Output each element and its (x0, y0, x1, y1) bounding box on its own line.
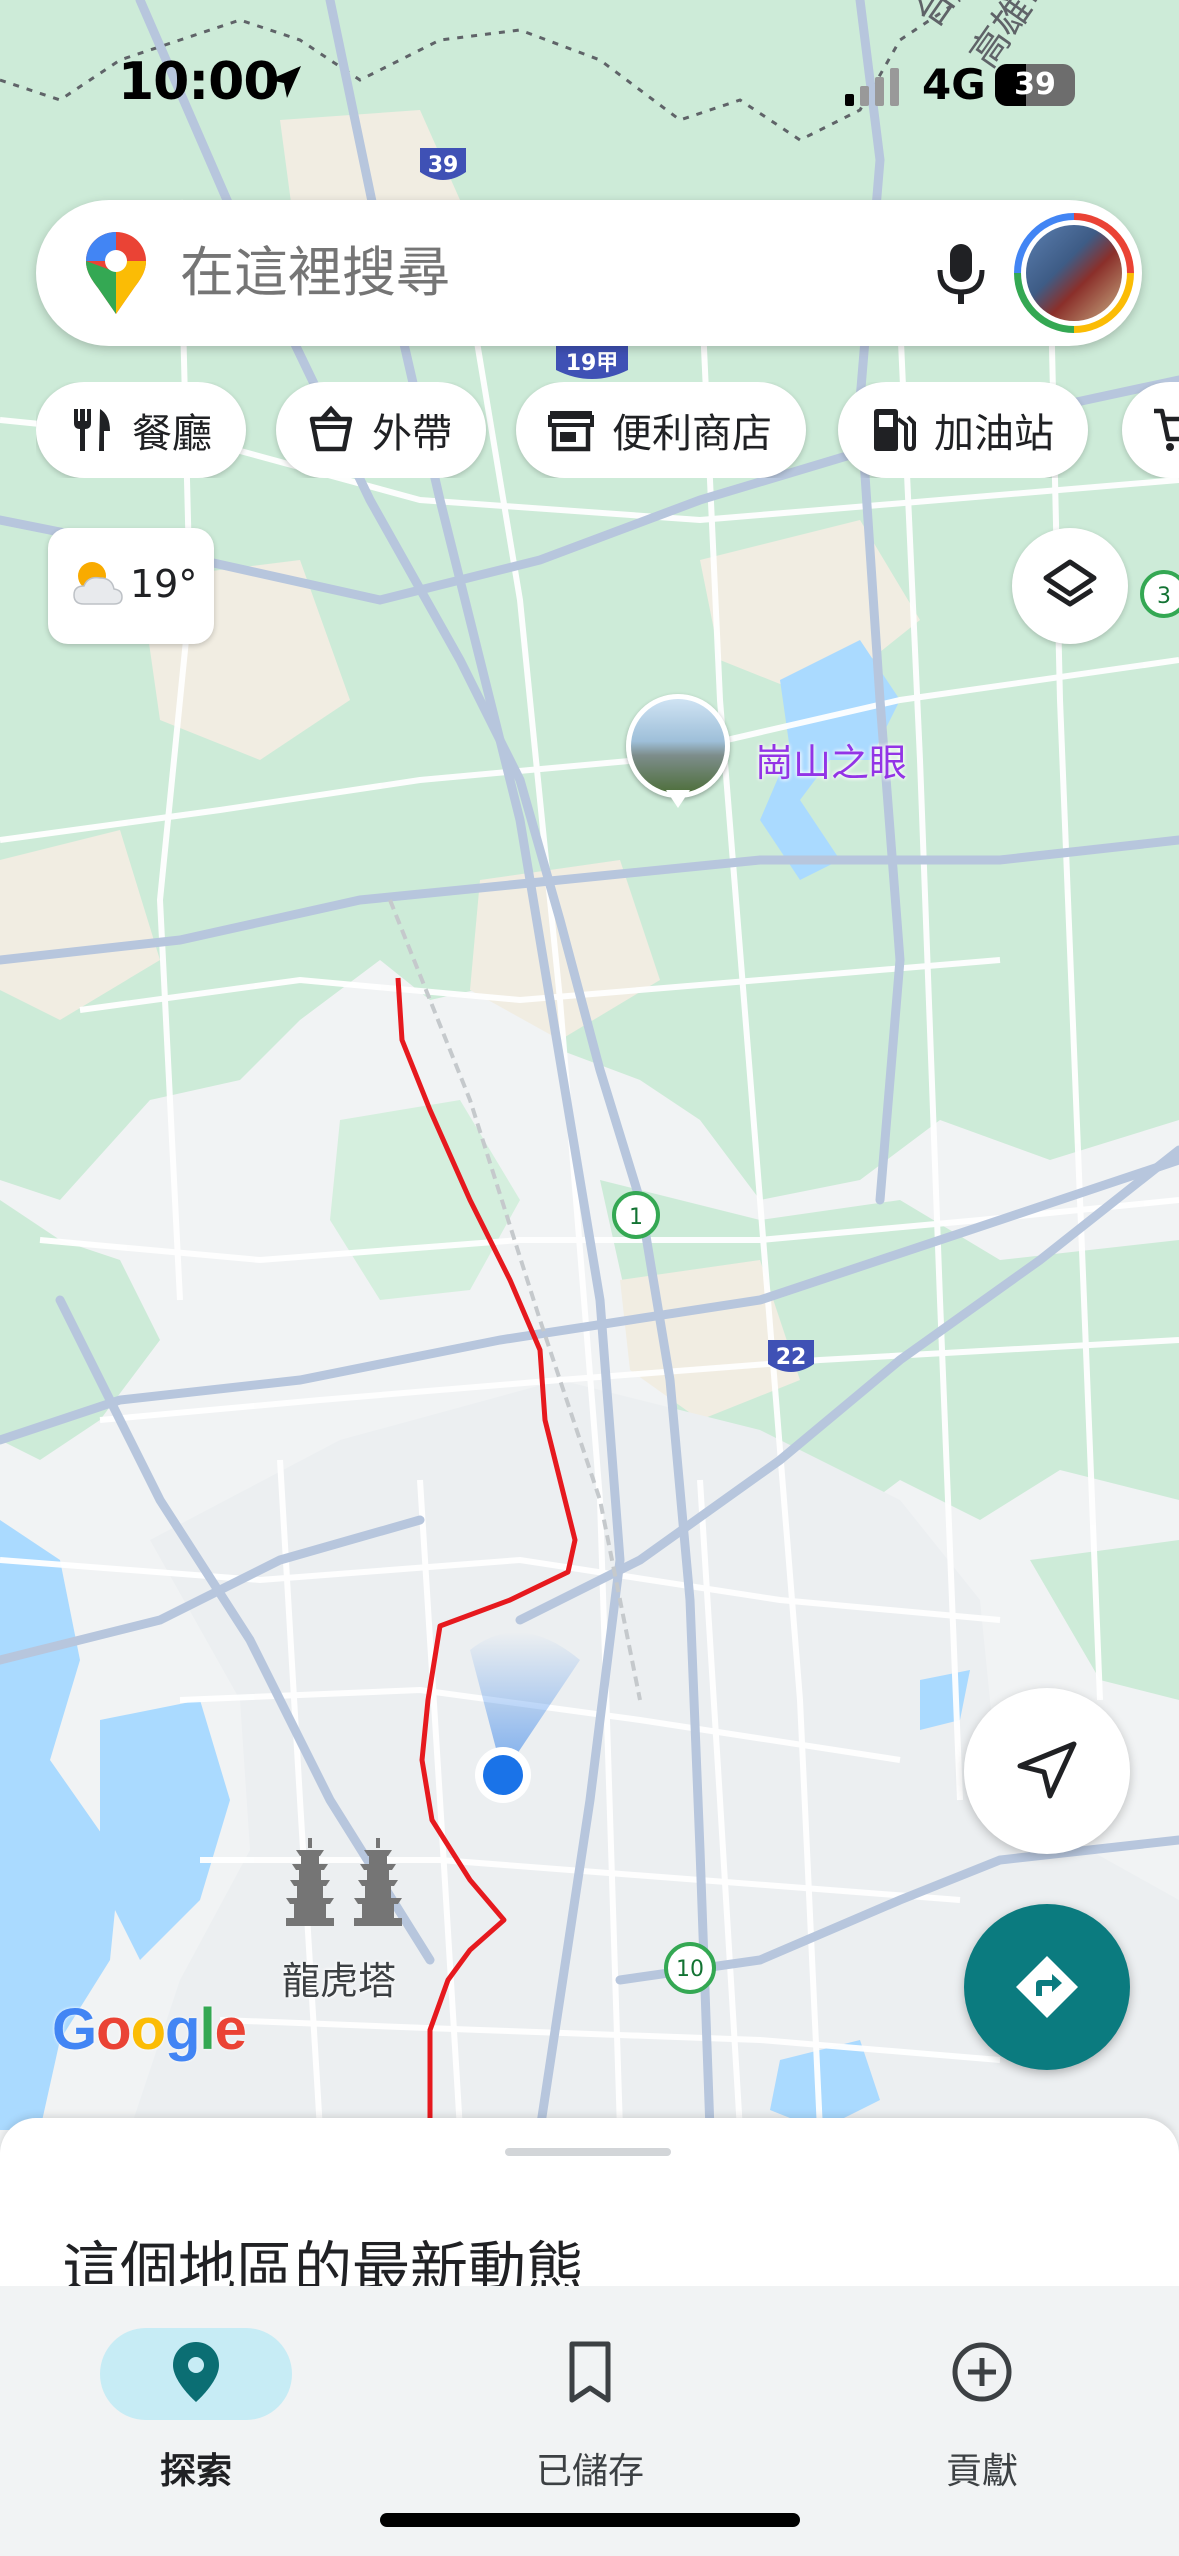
google-maps-pin-icon (86, 232, 146, 314)
mic-icon[interactable] (926, 238, 996, 308)
tab-contribute[interactable]: 貢獻 (862, 2308, 1102, 2508)
road-shield-19a: 19甲 (556, 346, 628, 379)
chip-takeout[interactable]: 外帶 (276, 382, 486, 478)
road-shield-10: 10 (664, 1942, 716, 1994)
store-icon (548, 411, 594, 452)
bookmark-icon (569, 2341, 611, 2403)
road-shield-1: 1 (612, 1191, 660, 1239)
tab-saved[interactable]: 已儲存 (470, 2308, 710, 2508)
svg-text:19甲: 19甲 (566, 351, 619, 376)
battery-indicator: 39 (995, 64, 1075, 106)
weather-temp: 19° (130, 562, 198, 606)
road-shield-22: 22 (768, 1340, 814, 1372)
poi-marker[interactable] (626, 694, 730, 812)
search-input[interactable] (180, 200, 880, 346)
restaurant-icon (74, 409, 110, 451)
status-time: 10:00 (118, 52, 280, 112)
landmark-label[interactable]: 龍虎塔 (282, 1950, 396, 2005)
tab-explore-label: 探索 (159, 2451, 232, 2492)
layers-button[interactable] (1012, 528, 1128, 644)
pagoda-icon (286, 1838, 402, 1926)
chip-shopping[interactable] (1122, 382, 1179, 478)
svg-text:3: 3 (1157, 584, 1171, 609)
add-circle-icon (952, 2342, 1012, 2402)
chip-gas-station[interactable]: 加油站 (838, 382, 1088, 478)
directions-icon (1016, 1956, 1078, 2018)
cart-icon (1154, 408, 1179, 451)
search-bar[interactable] (36, 200, 1142, 346)
status-bar: 10:00 4G 39 (0, 0, 1179, 170)
takeout-icon (309, 405, 353, 452)
layers-icon (1043, 559, 1097, 607)
cellular-signal-icon (845, 68, 899, 106)
poi-label[interactable]: 崗山之眼 (755, 732, 907, 787)
avatar-photo (1026, 225, 1122, 321)
battery-level: 39 (1014, 67, 1056, 102)
category-chips: 餐廳 外帶 便利商店 加油站 (36, 382, 1179, 478)
navigation-arrow-icon (1017, 1741, 1077, 1799)
poi-photo (626, 694, 730, 798)
tab-contribute-label: 貢獻 (945, 2451, 1018, 2492)
home-indicator[interactable] (380, 2513, 800, 2527)
network-type: 4G (922, 60, 986, 109)
weather-widget[interactable]: 19° (48, 528, 214, 644)
svg-text:10: 10 (676, 1957, 704, 1982)
directions-button[interactable] (964, 1904, 1130, 2070)
avatar[interactable] (1014, 213, 1134, 333)
tab-saved-label: 已儲存 (535, 2451, 644, 2492)
svg-text:1: 1 (629, 1205, 643, 1230)
tab-explore[interactable]: 探索 (76, 2308, 316, 2508)
google-logo: Google (52, 1997, 247, 2062)
svg-text:22: 22 (776, 1345, 807, 1370)
location-arrow-icon (269, 66, 301, 98)
my-location-button[interactable] (964, 1688, 1130, 1854)
gas-station-icon (874, 409, 916, 452)
sheet-drag-handle[interactable] (505, 2148, 671, 2156)
explore-pin-icon (173, 2342, 219, 2402)
road-shield-3: 3 (1140, 570, 1179, 618)
chip-restaurant[interactable]: 餐廳 (36, 382, 246, 478)
chip-convenience-store[interactable]: 便利商店 (516, 382, 806, 478)
partly-cloudy-icon (73, 562, 123, 605)
